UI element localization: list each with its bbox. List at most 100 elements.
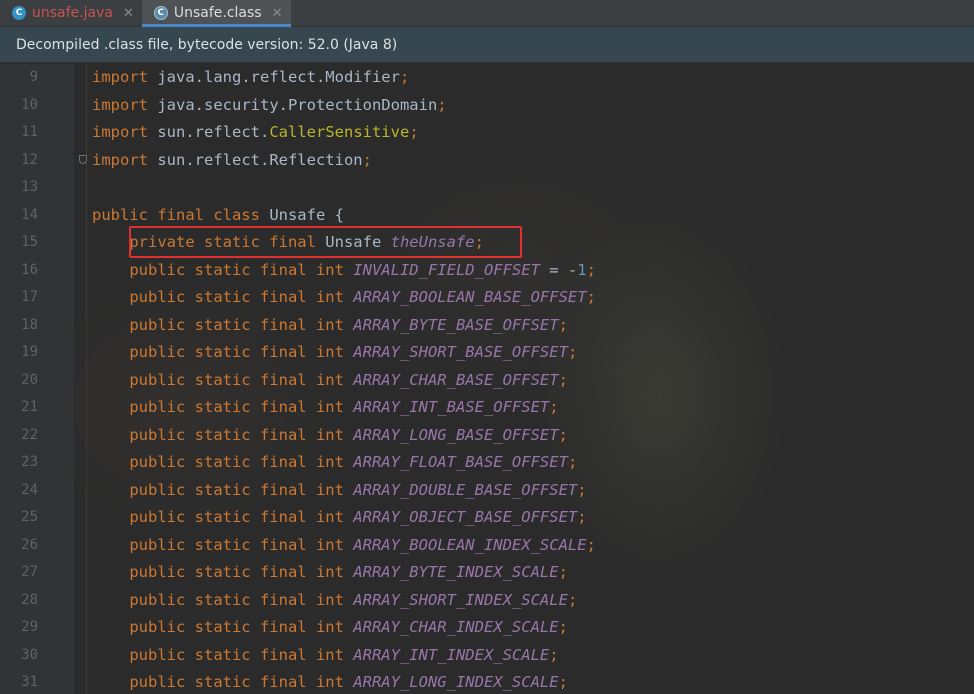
token: public static final int [129,480,354,499]
token: ; [558,563,568,581]
code-line[interactable]: 13 [0,174,974,202]
code-line[interactable]: 19 public static final int ARRAY_SHORT_B… [0,339,974,367]
line-number: 13 [21,179,38,195]
editor-tab-bar: C unsafe.java ✕ C Unsafe.class ✕ [0,0,974,27]
token: import [92,123,148,141]
token: public static final int [129,563,354,581]
line-number: 12 [21,151,38,168]
code-line[interactable]: 27 public static final int ARRAY_BYTE_IN… [0,559,974,587]
line-number: 27 [21,564,38,580]
fold-marker-icon[interactable] [79,154,87,164]
token: ; [399,68,410,86]
token: ARRAY_SHORT_INDEX_SCALE [353,590,568,609]
code-editor[interactable]: 9 import java.lang.reflect.Modifier; 10 imp… [0,64,974,694]
code-text: public static final int ARRAY_OBJECT_BAS… [92,504,587,532]
token: public static final int [129,398,354,416]
token: import [92,95,148,114]
line-number: 23 [21,454,38,470]
code-line[interactable]: 22 public static final int ARRAY_LONG_BA… [0,422,974,450]
code-line[interactable]: 17 public static final int ARRAY_BOOLEAN… [0,284,974,312]
token: public static final int [129,425,354,444]
line-number: 19 [21,344,38,360]
code-line[interactable]: 23 public static final int ARRAY_FLOAT_B… [0,449,974,477]
token: ARRAY_SHORT_BASE_OFFSET [353,343,568,361]
tab-unsafe-java[interactable]: C unsafe.java ✕ [0,0,142,26]
code-text: import sun.reflect.CallerSensitive; [92,119,419,147]
token: ARRAY_BOOLEAN_INDEX_SCALE [353,535,587,554]
code-line[interactable]: 25 public static final int ARRAY_OBJECT_… [0,504,974,532]
token: java.lang.reflect.Modifier [148,68,400,86]
line-number: 20 [21,371,38,388]
token: public static final int [129,618,354,636]
token: ; [549,398,559,416]
line-number: 10 [21,96,38,113]
code-line[interactable]: 18 public static final int ARRAY_BYTE_BA… [0,312,974,340]
code-text: import java.security.ProtectionDomain; [92,92,447,120]
line-number: 24 [21,481,38,498]
token: ; [558,315,568,334]
close-icon[interactable]: ✕ [272,6,283,21]
code-text: public static final int ARRAY_SHORT_INDE… [92,587,577,615]
token: public final class [92,205,270,224]
code-line[interactable]: 14 public final class Unsafe { [0,202,974,230]
code-line[interactable]: 31 public static final int ARRAY_LONG_IN… [0,669,974,694]
close-icon[interactable]: ✕ [123,6,134,21]
token: ARRAY_FLOAT_BASE_OFFSET [353,453,568,471]
line-number: 16 [21,261,38,278]
code-line[interactable]: 21 public static final int ARRAY_INT_BAS… [0,394,974,422]
highlight-box [129,226,522,258]
token: ; [586,535,596,554]
token: Unsafe { [269,205,344,224]
token: public static final int [129,288,354,306]
tab-unsafe-class[interactable]: C Unsafe.class ✕ [141,0,291,27]
token: ; [567,343,578,361]
token: ARRAY_BYTE_BASE_OFFSET [353,315,559,334]
token: 1 [577,260,587,279]
line-number: 14 [21,206,38,223]
line-number: 22 [21,426,38,443]
code-text: public static final int ARRAY_DOUBLE_BAS… [92,477,587,505]
token: ; [409,123,419,141]
code-line[interactable]: 24 public static final int ARRAY_DOUBLE_… [0,477,974,505]
code-line[interactable]: 26 public static final int ARRAY_BOOLEAN… [0,532,974,560]
code-line[interactable]: 29 public static final int ARRAY_CHAR_IN… [0,614,974,642]
code-text: public static final int ARRAY_LONG_BASE_… [92,422,568,450]
token: public static final int [129,535,354,554]
token: ; [577,480,587,499]
token: ARRAY_INT_BASE_OFFSET [353,398,550,416]
code-text: public static final int ARRAY_INT_BASE_O… [92,394,559,422]
code-line[interactable]: 20 public static final int ARRAY_CHAR_BA… [0,367,974,395]
token: import [92,150,148,169]
class-file-icon: C [153,6,168,20]
line-number: 17 [21,289,38,305]
token: ; [577,508,587,526]
token: ; [567,453,578,471]
token: public static final int [129,343,354,361]
code-line[interactable]: 16 public static final int INVALID_FIELD… [0,257,974,285]
code-text: public static final int ARRAY_BYTE_BASE_… [92,312,568,340]
code-line[interactable]: 30 public static final int ARRAY_INT_IND… [0,642,974,670]
line-number: 25 [21,509,38,525]
token: ARRAY_OBJECT_BASE_OFFSET [353,508,578,526]
token: public static final int [129,260,354,279]
code-text: public final class Unsafe { [92,202,344,230]
code-line[interactable]: 12 import sun.reflect.Reflection; [0,147,974,175]
line-number: 26 [21,536,38,553]
line-number: 9 [29,69,38,85]
code-line[interactable]: 9 import java.lang.reflect.Modifier; [0,64,974,92]
code-line[interactable]: 28 public static final int ARRAY_SHORT_I… [0,587,974,615]
token: public static final int [129,315,354,334]
code-line[interactable]: 11 import sun.reflect.CallerSensitive; [0,119,974,147]
code-text: public static final int ARRAY_BOOLEAN_BA… [92,284,596,312]
code-line[interactable]: 10 import java.security.ProtectionDomain; [0,92,974,120]
code-text: public static final int ARRAY_CHAR_INDEX… [92,614,568,642]
